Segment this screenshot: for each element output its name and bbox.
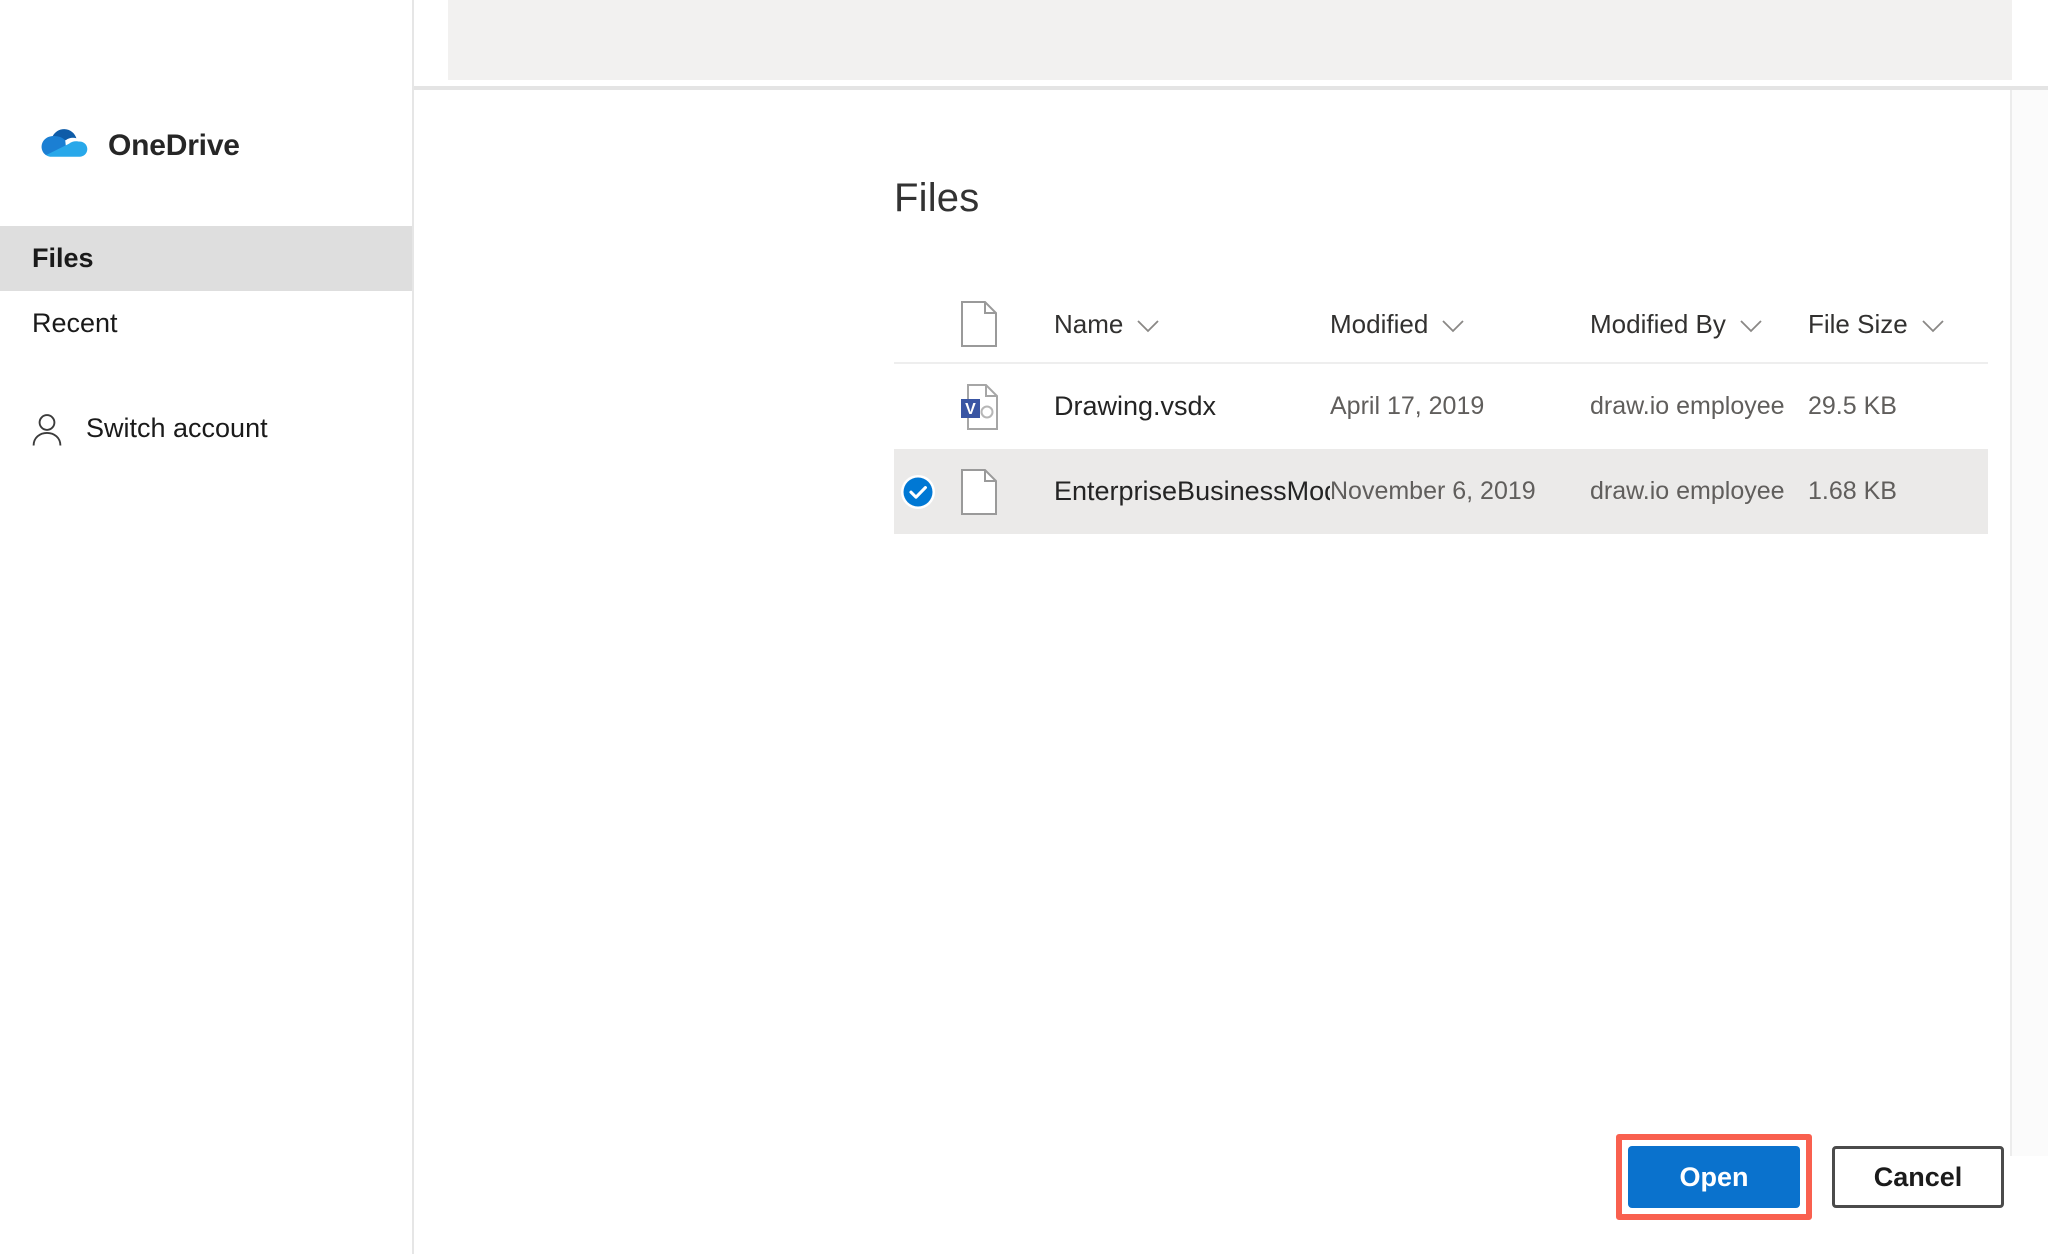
open-button-highlight: Open <box>1616 1134 1812 1220</box>
sidebar-item-label: Switch account <box>86 413 268 443</box>
cancel-button[interactable]: Cancel <box>1832 1146 2004 1208</box>
open-button[interactable]: Open <box>1628 1146 1800 1208</box>
sidebar: OneDrive Files Recent Switch account <box>0 0 414 1254</box>
chevron-down-icon <box>1137 309 1159 340</box>
row-file-name: Drawing.vsdx <box>1054 391 1217 421</box>
vertical-scrollbar[interactable] <box>2010 90 2048 1156</box>
sidebar-item-switch-account[interactable]: Switch account <box>0 396 412 461</box>
header-name[interactable]: Name <box>1024 309 1330 340</box>
file-browser: Files Name Modified Modified By File Siz… <box>414 90 2008 1254</box>
row-file-size: 29.5 KB <box>1808 392 1897 420</box>
person-icon <box>30 412 64 446</box>
check-circle-icon <box>900 474 936 510</box>
row-file-name: EnterpriseBusinessModelTemplate.drawio <box>1054 476 1330 506</box>
header-name-label: Name <box>1054 308 1124 339</box>
header-file-size[interactable]: File Size <box>1808 309 1988 340</box>
chevron-down-icon <box>1922 309 1944 340</box>
header-file-icon-cell <box>942 301 1024 347</box>
row-file-icon <box>942 468 1024 515</box>
brand-name: OneDrive <box>108 129 240 162</box>
header-file-size-label: File Size <box>1808 308 1908 339</box>
header-modified[interactable]: Modified <box>1330 309 1590 340</box>
sidebar-item-recent[interactable]: Recent <box>0 291 412 356</box>
row-modified: November 6, 2019 <box>1330 477 1536 505</box>
file-icon <box>960 301 998 347</box>
onedrive-cloud-icon <box>34 126 90 166</box>
page-title: Files <box>894 176 980 220</box>
sidebar-item-label: Files <box>32 243 94 273</box>
chevron-down-icon <box>1442 309 1464 340</box>
dialog-footer: Open Cancel <box>1616 1134 2004 1220</box>
header-modified-by-label: Modified By <box>1590 308 1726 339</box>
row-file-size: 1.68 KB <box>1808 477 1897 505</box>
sidebar-item-files[interactable]: Files <box>0 226 412 291</box>
table-row[interactable]: EnterpriseBusinessModelTemplate.drawio N… <box>894 449 1988 534</box>
row-checkbox-checked[interactable] <box>894 474 942 510</box>
generic-file-icon <box>960 468 998 515</box>
table-row[interactable]: V Drawing.vsdx April 17, 2019 draw.io em… <box>894 364 1988 449</box>
sidebar-item-label: Recent <box>32 308 118 338</box>
row-modified-by: draw.io employee <box>1590 477 1785 505</box>
header-modified-by[interactable]: Modified By <box>1590 309 1808 340</box>
onedrive-file-picker-dialog: OneDrive Files Recent Switch account Fil… <box>0 0 2048 1254</box>
content-pane: Files Name Modified Modified By File Siz… <box>414 0 2048 1254</box>
row-file-icon: V <box>942 383 1024 430</box>
row-modified-by: draw.io employee <box>1590 392 1785 420</box>
row-modified: April 17, 2019 <box>1330 392 1485 420</box>
sidebar-nav: Files Recent Switch account <box>0 226 412 461</box>
table-header-row: Name Modified Modified By File Size <box>894 286 1988 364</box>
header-modified-label: Modified <box>1330 308 1429 339</box>
visio-file-icon: V <box>960 383 998 430</box>
toolbar-strip <box>448 0 2012 80</box>
svg-text:V: V <box>965 401 976 418</box>
brand: OneDrive <box>0 0 412 174</box>
chevron-down-icon <box>1740 309 1762 340</box>
file-table: Name Modified Modified By File Size V Dr… <box>894 286 1988 534</box>
